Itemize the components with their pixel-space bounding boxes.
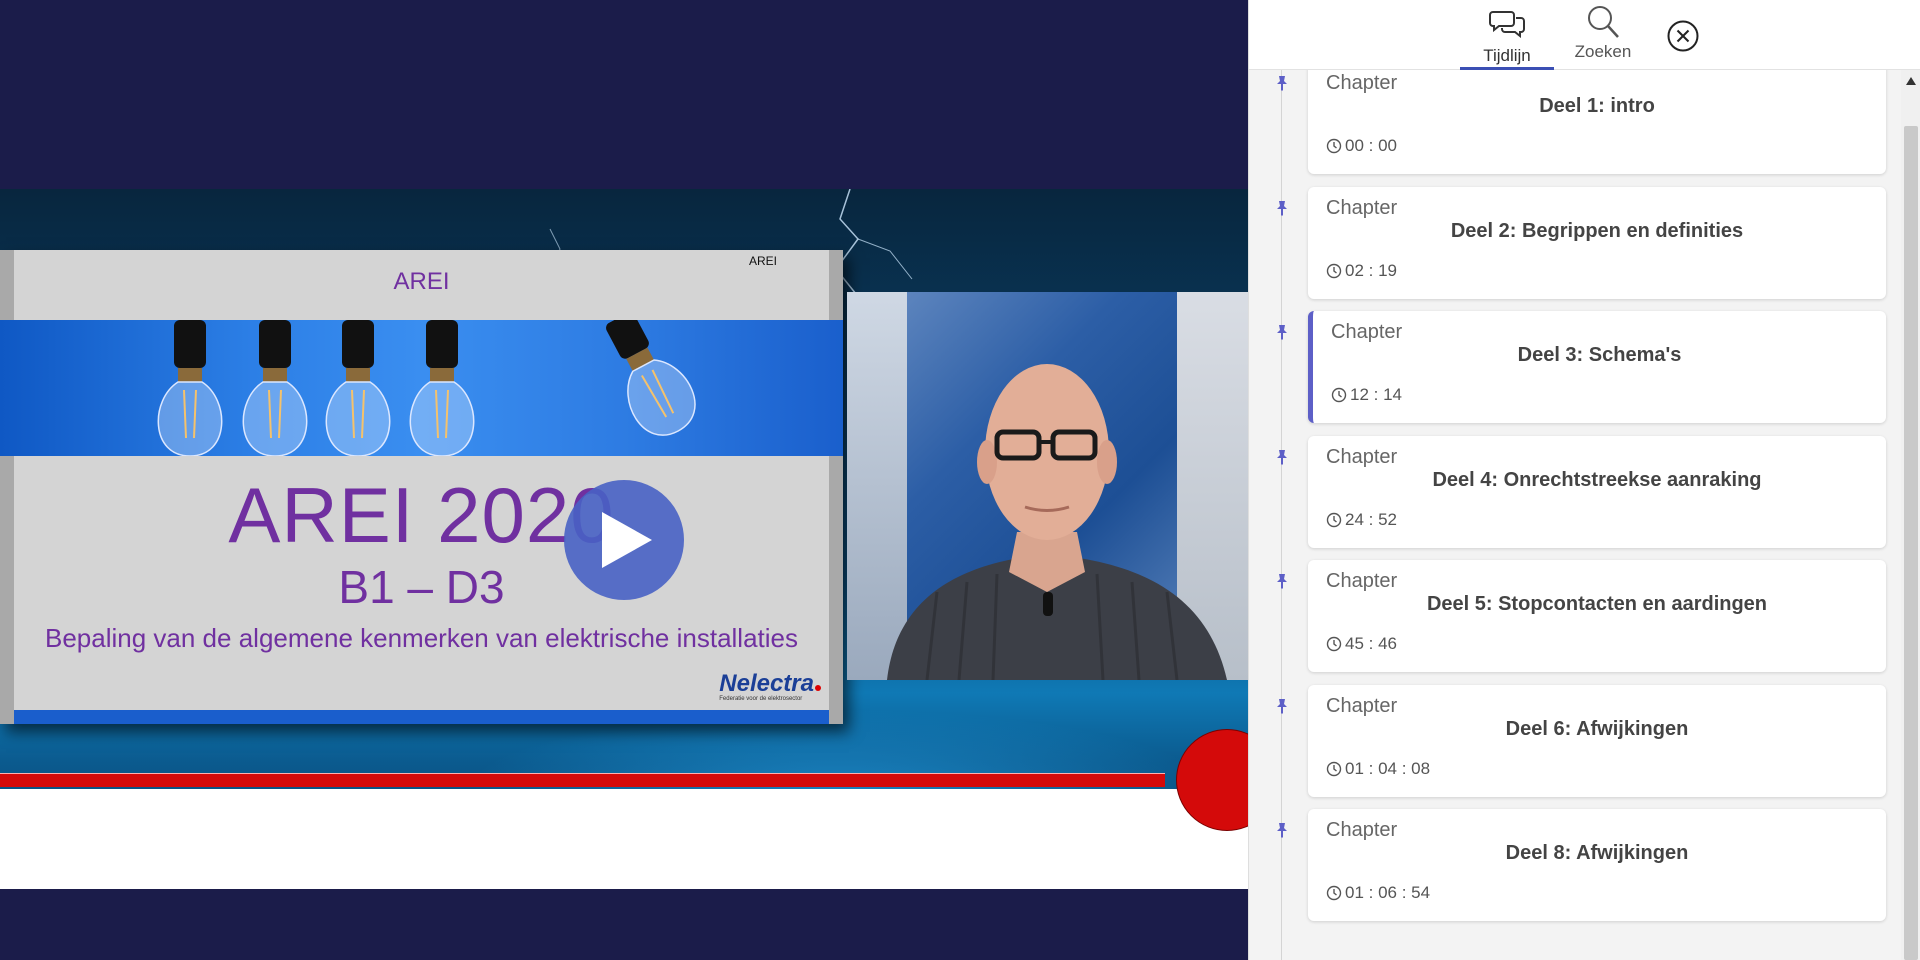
chapter-time: 12 : 14 [1350, 385, 1402, 404]
chapter-timestamp: 45 : 46 [1326, 634, 1397, 654]
red-accent-bar [0, 773, 1165, 787]
scrollbar[interactable] [1901, 70, 1920, 960]
clock-icon [1326, 512, 1342, 528]
slide-corner-tag: AREI [748, 254, 777, 268]
chapter-time: 45 : 46 [1345, 634, 1397, 653]
chapter-item[interactable]: Chapter Deel 3: Schema's 12 : 14 [1308, 311, 1886, 423]
search-icon [1588, 6, 1619, 38]
clock-icon [1326, 761, 1342, 777]
chapter-timestamp: 01 : 06 : 54 [1326, 883, 1430, 903]
bulb-icon [242, 320, 308, 456]
presentation-slide: AREI AREI AREI 2020 B1 – D3 Bepaling van… [0, 250, 843, 724]
tab-zoeken[interactable]: Zoeken [1568, 0, 1638, 70]
slide-main-title: AREI 2020 [228, 471, 615, 559]
chapter-timeline[interactable]: Chapter Deel 1: intro 00 : 00 Chapter Deel 2… [1249, 70, 1901, 960]
light-bulbs-image [0, 320, 843, 456]
pin-icon [1277, 450, 1287, 465]
chapter-title: Deel 1: intro [1539, 95, 1655, 117]
chapter-time: 01 : 06 : 54 [1345, 883, 1431, 902]
slide-bottom-strip [14, 710, 829, 724]
play-button[interactable] [564, 480, 684, 600]
presenter-figure [887, 364, 1227, 680]
slide-subtitle: B1 – D3 [338, 561, 505, 613]
chapter-timestamp: 02 : 19 [1326, 261, 1397, 281]
lower-third-band [0, 789, 1248, 889]
tab-tijdlijn-label: Tijdlijn [1483, 46, 1531, 65]
scrollbar-thumb[interactable] [1904, 126, 1918, 960]
chapter-item[interactable]: Chapter Deel 4: Onrechtstreekse aanraking… [1308, 436, 1886, 548]
panel-header: Tijdlijn Zoeken [1249, 0, 1920, 70]
video-player[interactable]: AREI AREI AREI 2020 B1 – D3 Bepaling van… [0, 0, 1248, 960]
scroll-up-arrow-icon[interactable] [1905, 76, 1917, 86]
tab-zoeken-label: Zoeken [1574, 42, 1632, 61]
close-panel-button[interactable] [1667, 20, 1699, 52]
clock-icon [1331, 387, 1347, 403]
chapter-timestamp: 12 : 14 [1331, 385, 1402, 405]
chapter-kind: Chapter [1326, 446, 1398, 468]
chapter-time: 02 : 19 [1345, 261, 1397, 280]
chapter-title: Deel 5: Stopcontacten en aardingen [1426, 593, 1768, 615]
chapters-panel: Tijdlijn Zoeken Chapter Deel 1: intro 00 :… [1248, 0, 1920, 960]
bulb-icon [606, 320, 696, 436]
chapter-kind: Chapter [1326, 819, 1398, 841]
chapter-title: Deel 2: Begrippen en definities [1450, 220, 1744, 242]
logo-dot [815, 685, 821, 691]
slide-description: Bepaling van de algemene kenmerken van e… [45, 623, 798, 653]
chapter-item[interactable]: Chapter Deel 8: Afwijkingen 01 : 06 : 54 [1308, 809, 1886, 921]
chapter-kind: Chapter [1326, 197, 1398, 219]
bulb-icon [409, 320, 475, 456]
tab-tijdlijn[interactable]: Tijdlijn [1460, 0, 1554, 70]
pin-icon [1277, 823, 1287, 838]
bulb-icon [157, 320, 223, 456]
pin-icon [1277, 201, 1287, 216]
chapter-title: Deel 8: Afwijkingen [1505, 842, 1689, 864]
chapter-kind: Chapter [1326, 72, 1398, 94]
chapter-item[interactable]: Chapter Deel 5: Stopcontacten en aardinge… [1308, 560, 1886, 672]
logo-name: Nelectra [719, 670, 814, 697]
bulb-icon [325, 320, 391, 456]
pin-icon [1277, 76, 1287, 91]
play-icon [602, 512, 652, 568]
chapter-title: Deel 3: Schema's [1517, 344, 1682, 366]
chapter-item[interactable]: Chapter Deel 6: Afwijkingen 01 : 04 : 08 [1308, 685, 1886, 797]
chapter-time: 01 : 04 : 08 [1345, 759, 1431, 778]
chapter-item[interactable]: Chapter Deel 2: Begrippen en definities 02… [1308, 187, 1886, 299]
chapter-item[interactable]: Chapter Deel 1: intro 00 : 00 [1308, 70, 1886, 174]
pin-icon [1277, 574, 1287, 589]
chapter-timestamp: 01 : 04 : 08 [1326, 759, 1430, 779]
chat-bubbles-icon [1489, 11, 1525, 39]
pin-icon [1277, 699, 1287, 714]
presenter-video [847, 292, 1248, 680]
chapter-timestamp: 00 : 00 [1326, 136, 1397, 156]
clock-icon [1326, 138, 1342, 154]
chapter-kind: Chapter [1326, 695, 1398, 717]
chapter-title: Deel 6: Afwijkingen [1505, 718, 1689, 740]
chapter-timestamp: 24 : 52 [1326, 510, 1397, 530]
pin-icon [1277, 325, 1287, 340]
clock-icon [1326, 885, 1342, 901]
chapter-time: 24 : 52 [1345, 510, 1397, 529]
nelectra-logo: Nelectra Federatie voor de elektrosector [719, 670, 821, 702]
close-circle-icon [1667, 20, 1699, 52]
clock-icon [1326, 636, 1342, 652]
chapter-kind: Chapter [1331, 321, 1403, 343]
slide-header-title: AREI [393, 268, 450, 295]
chapter-kind: Chapter [1326, 570, 1398, 592]
chapter-time: 00 : 00 [1345, 136, 1397, 155]
clock-icon [1326, 263, 1342, 279]
chapter-title: Deel 4: Onrechtstreekse aanraking [1432, 469, 1762, 491]
